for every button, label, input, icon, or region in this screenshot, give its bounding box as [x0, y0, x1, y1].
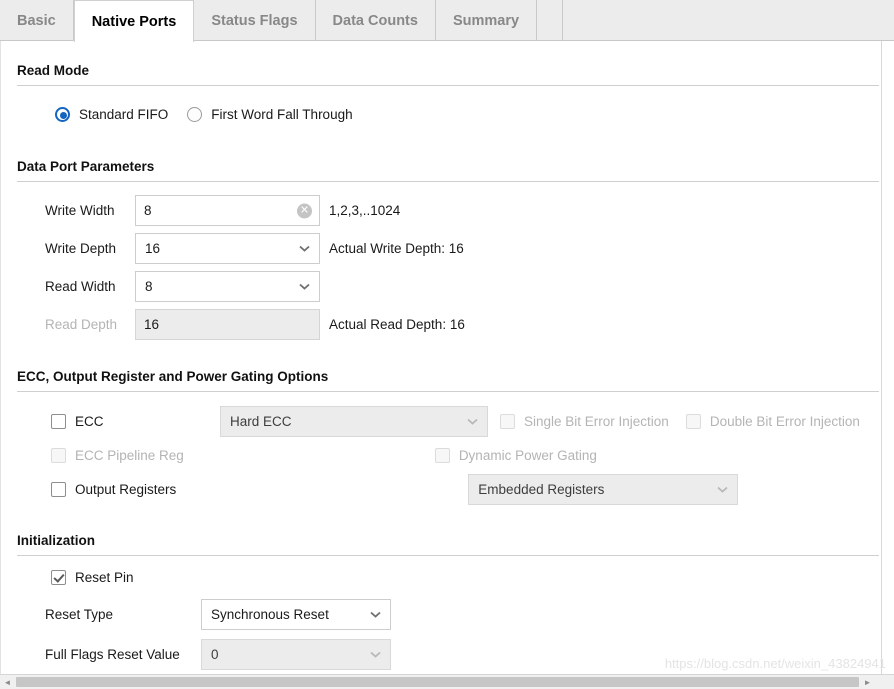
divider-ecc	[17, 391, 879, 392]
checkbox-dynamic-power-gating-label: Dynamic Power Gating	[458, 448, 597, 463]
radio-standard-fifo-label: Standard FIFO	[79, 107, 169, 122]
divider-data-port	[17, 181, 879, 182]
chevron-down-icon	[370, 611, 381, 618]
write-depth-label: Write Depth	[45, 241, 117, 256]
settings-panel: Read Mode Standard FIFO First Word Fall …	[0, 41, 882, 689]
reset-type-value: Synchronous Reset	[211, 607, 329, 622]
reset-type-label: Reset Type	[45, 607, 114, 622]
clear-circle-icon[interactable]: ✕	[297, 203, 312, 218]
write-depth-dropdown[interactable]: 16	[135, 233, 320, 264]
row-write-depth: Write Depth 16 Actual Write Depth: 16	[1, 233, 881, 264]
row-read-depth: Read Depth 16 Actual Read Depth: 16	[1, 309, 881, 340]
checkbox-ecc-pipeline-reg	[51, 448, 66, 463]
section-title-read-mode: Read Mode	[17, 63, 90, 78]
row-reset-pin: Reset Pin	[1, 570, 881, 585]
checkbox-ecc-pipeline-reg-label: ECC Pipeline Reg	[75, 448, 184, 463]
checkbox-double-bit-error-injection-label: Double Bit Error Injection	[709, 414, 860, 429]
section-title-initialization: Initialization	[17, 533, 96, 548]
read-width-value: 8	[145, 279, 153, 294]
checkbox-ecc[interactable]	[51, 414, 66, 429]
tab-basic[interactable]: Basic	[0, 0, 74, 41]
ecc-type-dropdown: Hard ECC	[220, 406, 488, 437]
checkbox-single-bit-error-injection	[500, 414, 515, 429]
tab-content-native-ports: Read Mode Standard FIFO First Word Fall …	[0, 41, 894, 689]
full-flags-reset-value-dropdown[interactable]: 0	[201, 639, 391, 670]
checkbox-ecc-label: ECC	[75, 414, 104, 429]
tab-native-ports[interactable]: Native Ports	[73, 0, 195, 42]
tab-summary-label: Summary	[452, 12, 520, 29]
row-output-registers: Output Registers Embedded Registers	[1, 474, 881, 505]
divider-initialization	[17, 555, 879, 556]
read-mode-radio-group: Standard FIFO First Word Fall Through	[1, 107, 881, 122]
section-title-ecc-options: ECC, Output Register and Power Gating Op…	[17, 369, 329, 384]
tab-status-flags[interactable]: Status Flags	[194, 0, 316, 41]
checkbox-double-bit-error-injection	[685, 414, 701, 429]
row-ecc-pipeline: ECC Pipeline Reg Dynamic Power Gating	[1, 448, 881, 463]
tab-summary[interactable]: Summary	[436, 0, 538, 41]
write-depth-value: 16	[145, 241, 161, 256]
write-width-hint: 1,2,3,..1024	[329, 203, 401, 218]
chevron-down-icon	[370, 651, 381, 658]
horizontal-scrollbar[interactable]: ◄ ►	[0, 674, 894, 689]
checkbox-output-registers[interactable]	[51, 482, 66, 497]
full-flags-reset-value-label: Full Flags Reset Value	[45, 647, 180, 662]
full-flags-reset-value-value: 0	[211, 647, 219, 662]
radio-standard-fifo[interactable]	[55, 107, 70, 122]
tab-native-ports-label: Native Ports	[91, 13, 177, 30]
tab-bar-filler	[537, 0, 564, 41]
chevron-down-icon	[467, 418, 478, 425]
scroll-left-arrow-icon[interactable]: ◄	[0, 675, 15, 689]
row-read-width: Read Width 8	[1, 271, 881, 302]
register-type-dropdown: Embedded Registers	[468, 474, 739, 505]
tab-data-counts[interactable]: Data Counts	[316, 0, 436, 41]
row-write-width: Write Width 8 ✕ 1,2,3,..1024	[1, 195, 881, 226]
write-depth-hint: Actual Write Depth: 16	[329, 241, 464, 256]
read-depth-value: 16	[144, 317, 160, 332]
tab-data-counts-label: Data Counts	[332, 12, 418, 29]
radio-first-word-fall-through[interactable]	[187, 107, 203, 122]
scroll-right-arrow-icon[interactable]: ►	[860, 675, 875, 689]
tab-status-flags-label: Status Flags	[211, 12, 298, 29]
row-ecc: ECC Hard ECC Single Bit Error Injection …	[1, 406, 881, 437]
write-width-input[interactable]: 8 ✕	[135, 195, 320, 226]
checkbox-single-bit-error-injection-label: Single Bit Error Injection	[524, 414, 669, 429]
write-width-value: 8	[144, 203, 152, 218]
chevron-down-icon	[299, 245, 310, 252]
read-width-label: Read Width	[45, 279, 116, 294]
reset-type-dropdown[interactable]: Synchronous Reset	[201, 599, 391, 630]
checkbox-output-registers-label: Output Registers	[75, 482, 177, 497]
radio-first-word-fall-through-label: First Word Fall Through	[211, 107, 353, 122]
read-depth-label: Read Depth	[45, 317, 118, 332]
scrollbar-thumb[interactable]	[16, 677, 859, 687]
tab-basic-label: Basic	[17, 12, 56, 29]
chevron-down-icon	[717, 486, 728, 493]
read-depth-hint: Actual Read Depth: 16	[329, 317, 465, 332]
read-depth-input: 16	[135, 309, 320, 340]
tab-list: Basic Native Ports Status Flags Data Cou…	[0, 0, 894, 42]
tab-bar: Basic Native Ports Status Flags Data Cou…	[0, 0, 894, 42]
chevron-down-icon	[299, 283, 310, 290]
write-width-label: Write Width	[45, 203, 115, 218]
read-width-dropdown[interactable]: 8	[135, 271, 320, 302]
watermark-text: https://blog.csdn.net/weixin_43824941	[664, 656, 886, 671]
section-title-data-port-parameters: Data Port Parameters	[17, 159, 155, 174]
checkbox-reset-pin[interactable]	[51, 570, 66, 585]
checkbox-dynamic-power-gating	[434, 448, 450, 463]
row-reset-type: Reset Type Synchronous Reset	[1, 599, 881, 630]
ecc-type-value: Hard ECC	[230, 414, 292, 429]
register-type-value: Embedded Registers	[478, 482, 605, 497]
divider-read-mode	[17, 85, 879, 86]
checkbox-reset-pin-label: Reset Pin	[75, 570, 134, 585]
